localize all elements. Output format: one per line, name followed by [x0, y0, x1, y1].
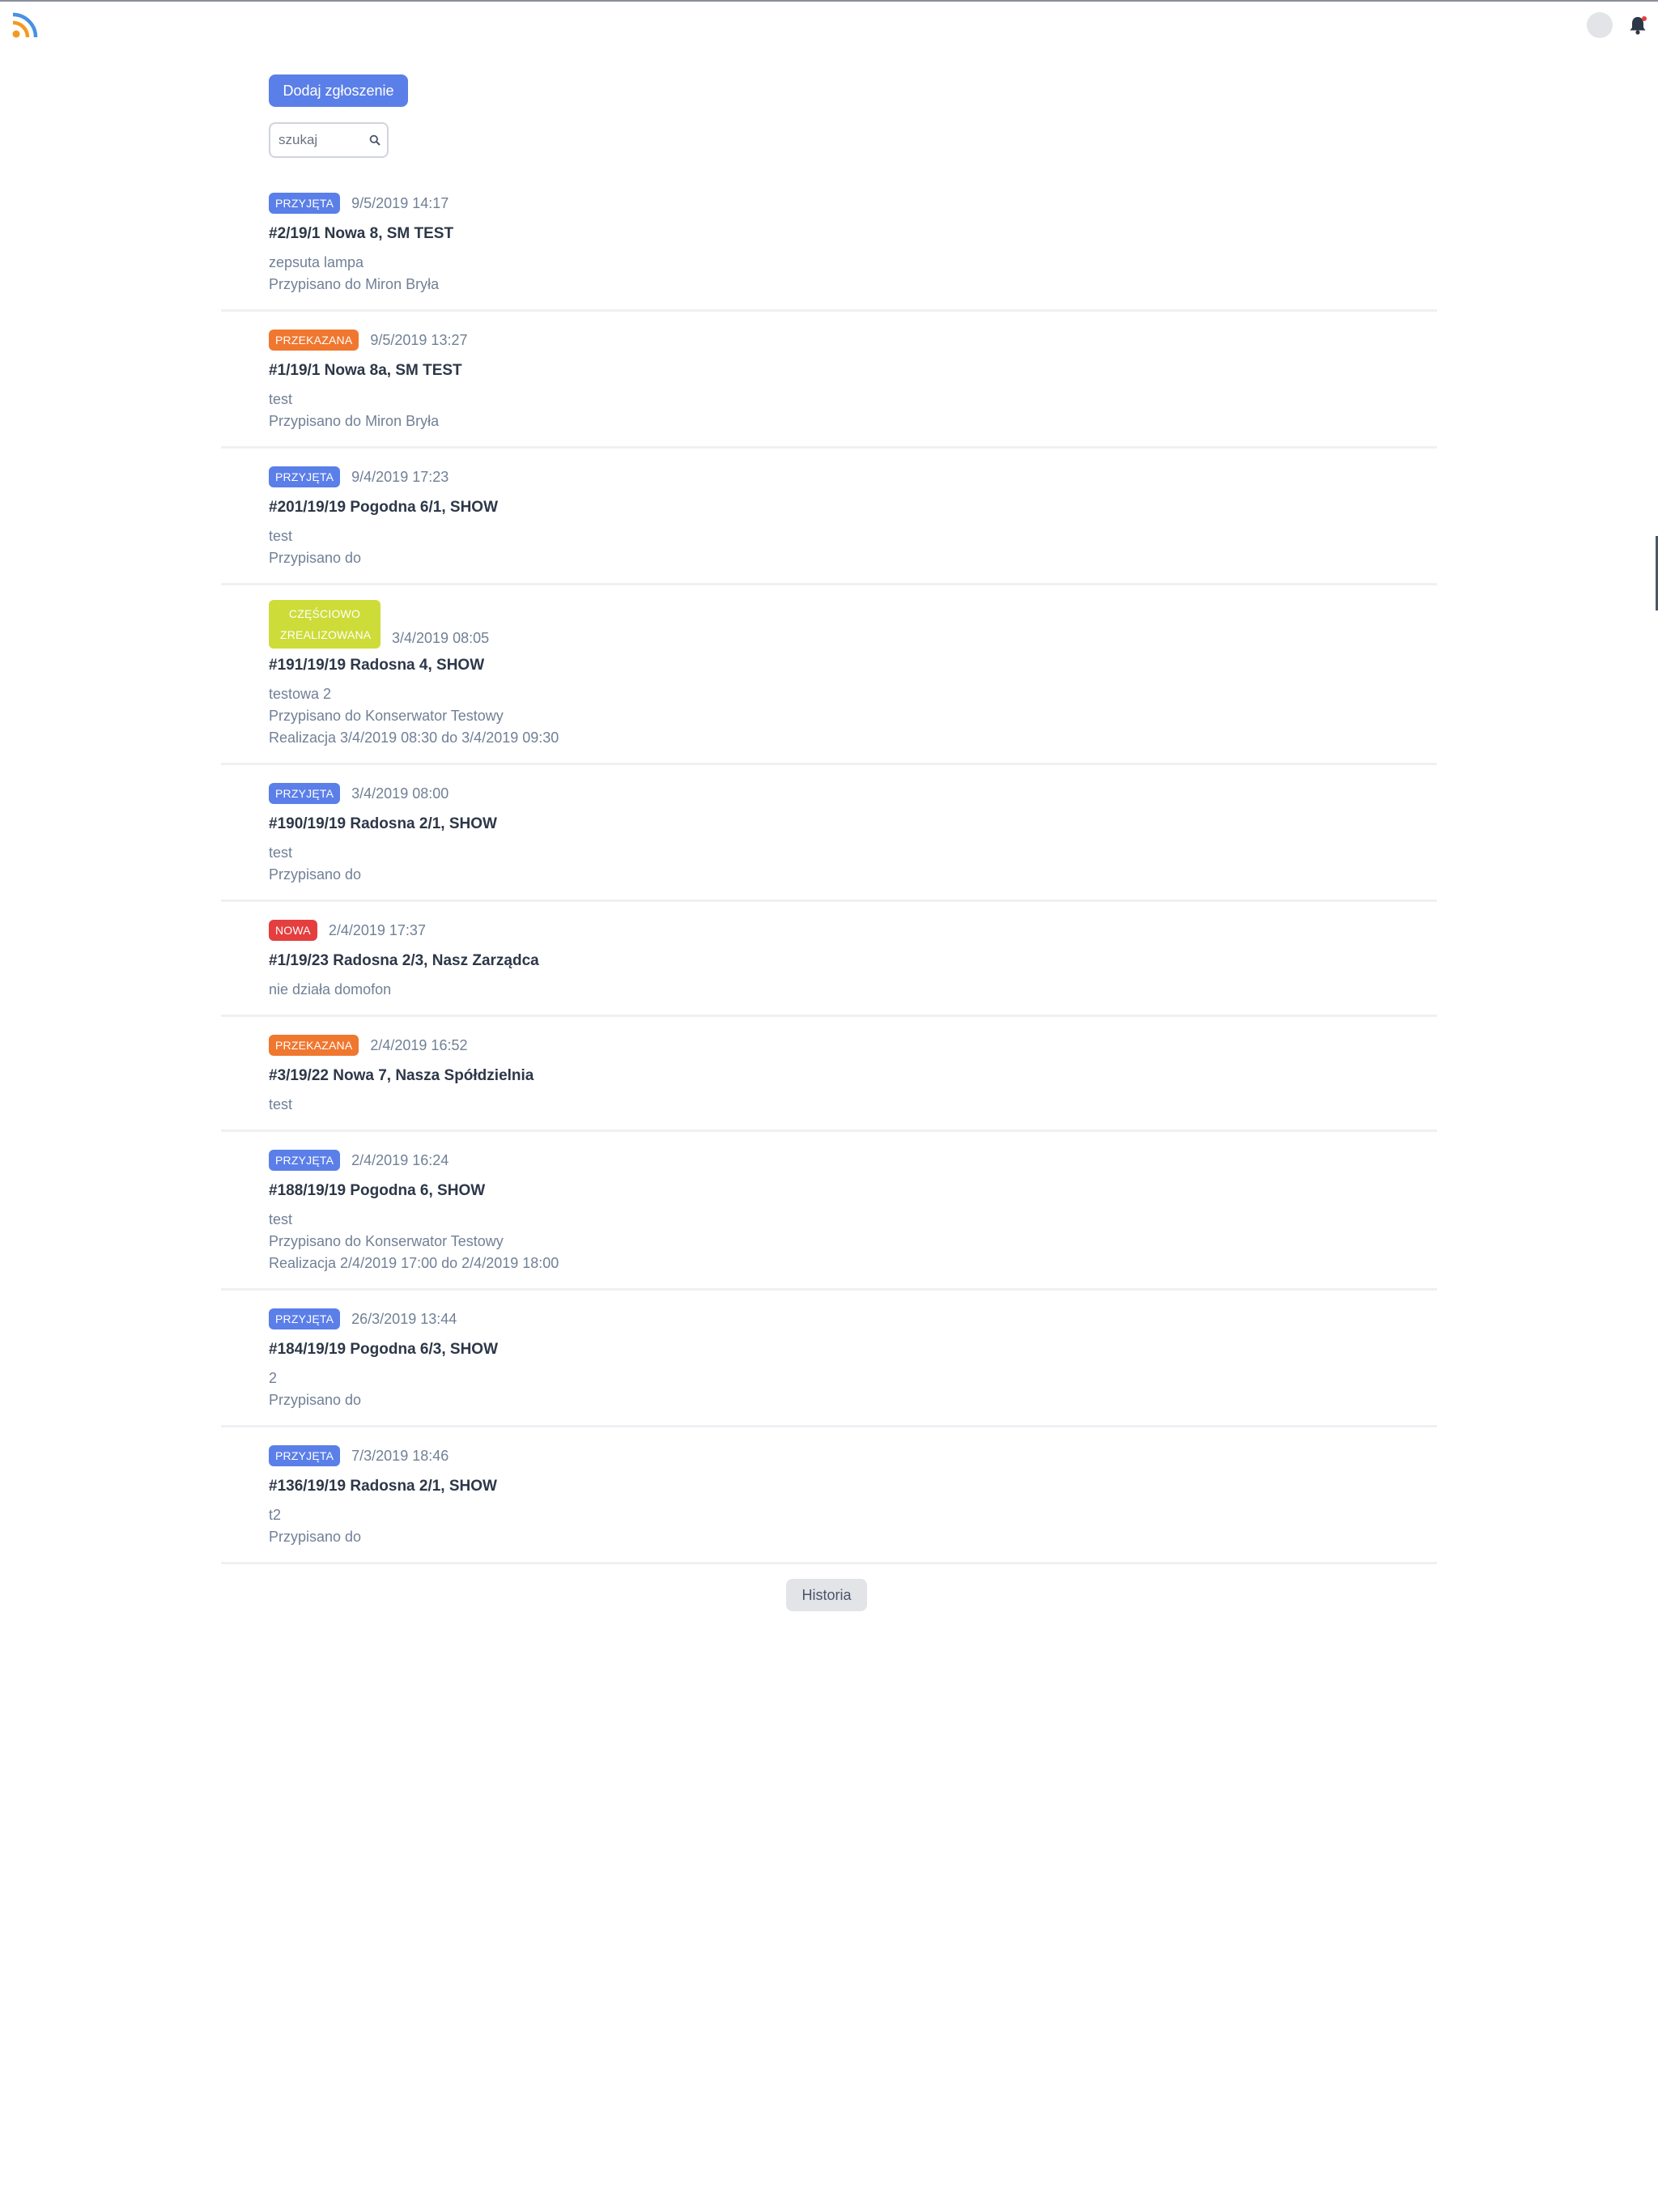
ticket-detail: Przypisano do	[269, 1529, 362, 1545]
ticket-item[interactable]: PRZYJĘTA 2/4/2019 16:24 #188/19/19 Pogodna…	[221, 1132, 1437, 1291]
avatar[interactable]	[1587, 12, 1613, 38]
status-badge: PRZEKAZANA	[269, 1035, 359, 1056]
ticket-title[interactable]: #190/19/19 Radosna 2/1, SHOW	[269, 815, 1437, 833]
ticket-date: 2/4/2019 16:24	[351, 1151, 449, 1168]
status-badge: PRZYJĘTA	[269, 193, 341, 214]
ticket-list: PRZYJĘTA 9/5/2019 14:17 #2/19/1 Nowa 8, SM…	[221, 175, 1437, 1564]
ticket-detail: Realizacja 3/4/2019 08:30 do 3/4/2019 09…	[269, 730, 559, 746]
ticket-item[interactable]: CZĘŚCIOWO ZREALIZOWANA 3/4/2019 08:05 #191…	[221, 585, 1437, 765]
status-badge: PRZEKAZANA	[269, 330, 359, 351]
ticket-detail: Przypisano do Miron Bryła	[269, 276, 440, 292]
ticket-item[interactable]: PRZYJĘTA 7/3/2019 18:46 #136/19/19 Radosna…	[221, 1427, 1437, 1564]
status-badge: PRZYJĘTA	[269, 1150, 341, 1171]
ticket-title[interactable]: #191/19/19 Radosna 4, SHOW	[269, 657, 1437, 674]
ticket-detail: Przypisano do Konserwator Testowy	[269, 1233, 504, 1249]
ticket-detail: t2	[269, 1507, 282, 1523]
ticket-date: 7/3/2019 18:46	[351, 1447, 449, 1464]
ticket-detail: test	[269, 1211, 293, 1227]
status-badge: PRZYJĘTA	[269, 1308, 341, 1329]
ticket-header: PRZYJĘTA 3/4/2019 08:00	[269, 781, 1437, 806]
status-badge: CZĘŚCIOWO ZREALIZOWANA	[269, 600, 380, 649]
ticket-detail: Przypisano do	[269, 550, 362, 566]
ticket-detail: nie działa domofon	[269, 981, 392, 998]
status-badge: PRZYJĘTA	[269, 466, 341, 487]
ticket-date: 9/4/2019 17:23	[351, 468, 449, 485]
ticket-detail: test	[269, 391, 293, 407]
ticket-title[interactable]: #188/19/19 Pogodna 6, SHOW	[269, 1182, 1437, 1200]
ticket-header: NOWA 2/4/2019 17:37	[269, 918, 1437, 942]
ticket-date: 3/4/2019 08:05	[392, 630, 490, 646]
ticket-header: PRZYJĘTA 2/4/2019 16:24	[269, 1148, 1437, 1172]
ticket-detail: 2	[269, 1370, 278, 1386]
ticket-item[interactable]: PRZYJĘTA 3/4/2019 08:00 #190/19/19 Radosna…	[221, 765, 1437, 902]
ticket-header: PRZEKAZANA 9/5/2019 13:27	[269, 328, 1437, 352]
ticket-header: CZĘŚCIOWO ZREALIZOWANA 3/4/2019 08:05	[269, 600, 1437, 649]
ticket-detail: Realizacja 2/4/2019 17:00 do 2/4/2019 18…	[269, 1255, 559, 1271]
ticket-item[interactable]: PRZEKAZANA 2/4/2019 16:52 #3/19/22 Nowa 7,…	[221, 1017, 1437, 1132]
ticket-header: PRZYJĘTA 26/3/2019 13:44	[269, 1307, 1437, 1331]
ticket-item[interactable]: PRZYJĘTA 9/4/2019 17:23 #201/19/19 Pogodna…	[221, 449, 1437, 585]
ticket-date: 2/4/2019 16:52	[370, 1036, 468, 1053]
ticket-header: PRZYJĘTA 7/3/2019 18:46	[269, 1444, 1437, 1468]
ticket-header: PRZYJĘTA 9/4/2019 17:23	[269, 465, 1437, 489]
ticket-title[interactable]: #184/19/19 Pogodna 6/3, SHOW	[269, 1341, 1437, 1359]
ticket-item[interactable]: PRZYJĘTA 26/3/2019 13:44 #184/19/19 Pogodn…	[221, 1291, 1437, 1427]
ticket-title[interactable]: #2/19/1 Nowa 8, SM TEST	[269, 225, 1437, 243]
ticket-date: 2/4/2019 17:37	[328, 921, 426, 938]
ticket-header: PRZYJĘTA 9/5/2019 14:17	[269, 191, 1437, 215]
history-button[interactable]: Historia	[786, 1579, 867, 1611]
ticket-title[interactable]: #1/19/23 Radosna 2/3, Nasz Zarządca	[269, 952, 1437, 970]
ticket-title[interactable]: #1/19/1 Nowa 8a, SM TEST	[269, 362, 1437, 380]
ticket-detail: Przypisano do	[269, 1392, 362, 1408]
status-badge: NOWA	[269, 920, 317, 941]
bell-icon[interactable]	[1627, 15, 1648, 36]
status-badge: PRZYJĘTA	[269, 783, 341, 804]
ticket-item[interactable]: PRZYJĘTA 9/5/2019 14:17 #2/19/1 Nowa 8, SM…	[221, 175, 1437, 312]
search-input[interactable]	[278, 130, 363, 150]
ticket-detail: Przypisano do Konserwator Testowy	[269, 708, 504, 724]
ticket-date: 9/5/2019 14:17	[351, 194, 449, 211]
ticket-detail: test	[269, 844, 293, 861]
ticket-detail: Przypisano do Miron Bryła	[269, 413, 440, 429]
ticket-title[interactable]: #136/19/19 Radosna 2/1, SHOW	[269, 1478, 1437, 1495]
ticket-detail: Przypisano do	[269, 866, 362, 883]
ticket-header: PRZEKAZANA 2/4/2019 16:52	[269, 1033, 1437, 1057]
rss-icon[interactable]	[11, 11, 39, 39]
ticket-detail: zepsuta lampa	[269, 254, 364, 270]
ticket-date: 9/5/2019 13:27	[370, 331, 468, 348]
ticket-detail: test	[269, 1096, 293, 1112]
ticket-item[interactable]: NOWA 2/4/2019 17:37 #1/19/23 Radosna 2/3, …	[221, 902, 1437, 1017]
search-box[interactable]	[269, 122, 389, 158]
status-badge: PRZYJĘTA	[269, 1445, 341, 1466]
ticket-date: 26/3/2019 13:44	[351, 1310, 457, 1327]
add-ticket-button[interactable]: Dodaj zgłoszenie	[269, 74, 408, 107]
top-border	[0, 0, 1658, 2]
ticket-title[interactable]: #3/19/22 Nowa 7, Nasza Spółdzielnia	[269, 1067, 1437, 1085]
ticket-date: 3/4/2019 08:00	[351, 785, 449, 802]
ticket-title[interactable]: #201/19/19 Pogodna 6/1, SHOW	[269, 499, 1437, 517]
search-icon[interactable]	[369, 134, 380, 146]
ticket-item[interactable]: PRZEKAZANA 9/5/2019 13:27 #1/19/1 Nowa 8a,…	[221, 312, 1437, 449]
ticket-detail: testowa 2	[269, 686, 332, 702]
ticket-detail: test	[269, 528, 293, 544]
